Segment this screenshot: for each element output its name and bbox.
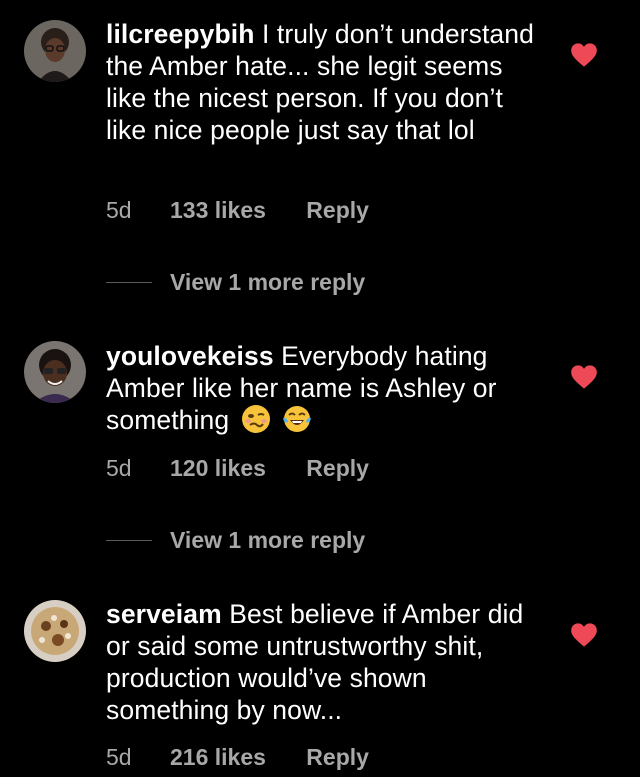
- divider: [106, 281, 152, 283]
- heart-icon[interactable]: [570, 42, 598, 68]
- face-with-tears-of-joy-emoji: [283, 406, 312, 432]
- comment-meta: 5d 133 likes Reply: [106, 196, 369, 224]
- comment-time: 5d: [106, 744, 132, 770]
- view-more-replies-label: View 1 more reply: [170, 526, 366, 553]
- comment-likes[interactable]: 120 likes: [170, 454, 266, 482]
- reply-button[interactable]: Reply: [306, 454, 369, 482]
- comment-time: 5d: [106, 455, 132, 481]
- avatar[interactable]: [24, 600, 86, 662]
- reply-button[interactable]: Reply: [306, 743, 369, 771]
- comment-username[interactable]: serveiam: [106, 599, 222, 629]
- avatar[interactable]: [24, 20, 86, 82]
- comment-likes[interactable]: 216 likes: [170, 743, 266, 771]
- avatar-image: [24, 341, 86, 403]
- avatar-image: [24, 600, 86, 662]
- view-more-replies-button[interactable]: View 1 more reply: [106, 268, 365, 296]
- comment-meta: 5d 120 likes Reply: [106, 454, 369, 482]
- comment-text: serveiam Best believe if Amber did or sa…: [106, 598, 546, 726]
- comment-username[interactable]: youlovekeiss: [106, 341, 274, 371]
- comment-time: 5d: [106, 197, 132, 223]
- heart-icon[interactable]: [570, 364, 598, 390]
- view-more-replies-button[interactable]: View 1 more reply: [106, 526, 365, 554]
- comment-likes[interactable]: 133 likes: [170, 196, 266, 224]
- comment-text: lilcreepybih I truly don’t understand th…: [106, 18, 546, 146]
- reply-button[interactable]: Reply: [306, 196, 369, 224]
- woozy-face-emoji: [241, 405, 270, 433]
- comment-text: youlovekeiss Everybody hating Amber like…: [106, 340, 546, 436]
- view-more-replies-label: View 1 more reply: [170, 268, 366, 295]
- comment-username[interactable]: lilcreepybih: [106, 19, 254, 49]
- divider: [106, 539, 152, 541]
- avatar-image: [24, 20, 86, 82]
- comment-meta: 5d 216 likes Reply: [106, 743, 369, 771]
- heart-icon[interactable]: [570, 622, 598, 648]
- avatar[interactable]: [24, 341, 86, 403]
